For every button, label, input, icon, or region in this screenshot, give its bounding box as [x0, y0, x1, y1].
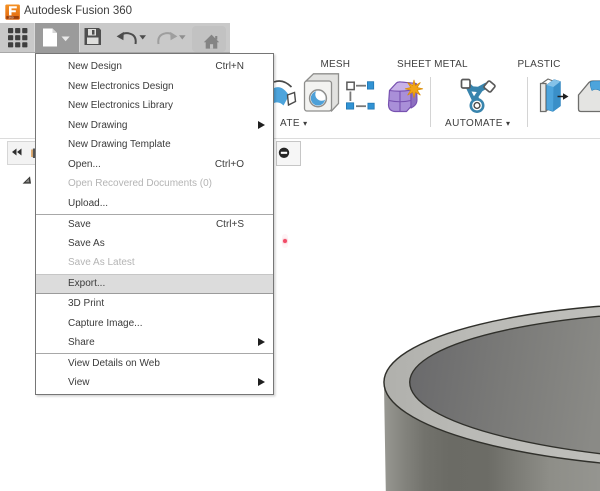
svg-text:360: 360	[8, 15, 13, 19]
